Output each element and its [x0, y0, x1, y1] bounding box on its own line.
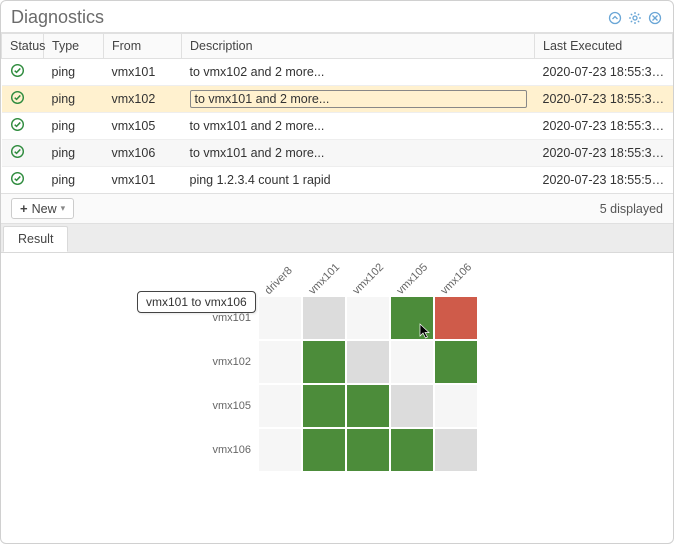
cell-description: to vmx102 and 2 more...: [190, 65, 325, 79]
matrix-cell[interactable]: [435, 385, 477, 427]
cell-description-td: to vmx101 and 2 more...: [182, 140, 535, 167]
cell-last: 2020-07-23 18:55:36 ...: [535, 113, 673, 140]
panel-title: Diagnostics: [11, 7, 104, 28]
cell-status: [2, 113, 44, 140]
collapse-icon[interactable]: [607, 10, 623, 26]
matrix-col-labels: driver8 vmx101vmx102vmx105vmx106: [257, 263, 475, 297]
cell-status: [2, 167, 44, 194]
cell-description: ping 1.2.3.4 count 1 rapid: [190, 173, 331, 187]
matrix-cell[interactable]: [347, 429, 389, 471]
cell-last: 2020-07-23 18:55:54 ...: [535, 167, 673, 194]
cell-type: ping: [44, 167, 104, 194]
cell-last: 2020-07-23 18:55:36 ...: [535, 140, 673, 167]
cell-description-td: to vmx101 and 2 more...: [182, 113, 535, 140]
cell-description: to vmx101 and 2 more...: [190, 90, 527, 108]
tab-bar: Result: [1, 224, 673, 253]
matrix-cell[interactable]: [303, 341, 345, 383]
tab-result[interactable]: Result: [3, 226, 68, 252]
table-row[interactable]: pingvmx102 to vmx101 and 2 more... 2020-07…: [2, 86, 673, 113]
status-ok-icon: [10, 171, 25, 186]
matrix-row-label: vmx106: [197, 429, 257, 471]
matrix-cell[interactable]: [259, 341, 301, 383]
matrix-row-label: vmx102: [197, 341, 257, 383]
chevron-down-icon: ▾: [61, 203, 66, 214]
matrix-cell[interactable]: [391, 429, 433, 471]
matrix-col-label: vmx101: [307, 261, 343, 297]
plus-icon: +: [20, 201, 28, 216]
matrix-cell[interactable]: [347, 385, 389, 427]
cell-type: ping: [44, 59, 104, 86]
close-icon[interactable]: [647, 10, 663, 26]
displayed-count: 5 displayed: [600, 202, 663, 216]
cell-status: [2, 140, 44, 167]
table-row[interactable]: pingvmx106 to vmx101 and 2 more... 2020-07…: [2, 140, 673, 167]
status-ok-icon: [10, 90, 25, 105]
new-button-label: New: [32, 202, 57, 216]
table-row[interactable]: pingvmx101 ping 1.2.3.4 count 1 rapid 2020…: [2, 167, 673, 194]
table-row[interactable]: pingvmx105 to vmx101 and 2 more... 2020-07…: [2, 113, 673, 140]
matrix-cell[interactable]: [259, 297, 301, 339]
cell-type: ping: [44, 140, 104, 167]
matrix-cell[interactable]: [435, 341, 477, 383]
matrix-cell[interactable]: [435, 429, 477, 471]
col-header-last[interactable]: Last Executed: [535, 34, 673, 59]
matrix-col-label: vmx106: [439, 261, 475, 297]
col-header-from[interactable]: From: [104, 34, 182, 59]
status-ok-icon: [10, 144, 25, 159]
col-header-description[interactable]: Description: [182, 34, 535, 59]
cell-type: ping: [44, 86, 104, 113]
matrix-cell[interactable]: [303, 297, 345, 339]
table-toolbar: + New ▾ 5 displayed: [1, 193, 673, 224]
panel-header: Diagnostics: [1, 1, 673, 33]
result-area: driver8vmx101vmx102vmx105vmx106 vmx101vm…: [1, 253, 673, 471]
cell-description-td: to vmx102 and 2 more...: [182, 59, 535, 86]
col-header-type[interactable]: Type: [44, 34, 104, 59]
cell-type: ping: [44, 113, 104, 140]
matrix-cell[interactable]: [391, 297, 433, 339]
cell-from: vmx102: [104, 86, 182, 113]
diagnostics-panel: Diagnostics Status Type From Description…: [0, 0, 674, 544]
new-button[interactable]: + New ▾: [11, 198, 74, 219]
matrix-cell[interactable]: [391, 341, 433, 383]
status-ok-icon: [10, 117, 25, 132]
cell-description-td: ping 1.2.3.4 count 1 rapid: [182, 167, 535, 194]
diagnostics-table: Status Type From Description Last Execut…: [1, 33, 673, 193]
matrix-row-label: vmx105: [197, 385, 257, 427]
matrix-cell[interactable]: [347, 297, 389, 339]
matrix-col-label: vmx102: [351, 261, 387, 297]
status-ok-icon: [10, 63, 25, 78]
cell-from: vmx101: [104, 59, 182, 86]
matrix-cell[interactable]: [435, 297, 477, 339]
cell-from: vmx106: [104, 140, 182, 167]
panel-actions: [607, 10, 663, 26]
matrix-cell[interactable]: [259, 385, 301, 427]
cell-last: 2020-07-23 18:55:36 ...: [535, 59, 673, 86]
cell-status: [2, 59, 44, 86]
cell-description: to vmx101 and 2 more...: [190, 146, 325, 160]
table-row[interactable]: pingvmx101 to vmx102 and 2 more... 2020-07…: [2, 59, 673, 86]
matrix-col-label: driver8: [263, 265, 295, 297]
cell-description-td: to vmx101 and 2 more...: [182, 86, 535, 113]
cell-status: [2, 86, 44, 113]
cell-description: to vmx101 and 2 more...: [190, 119, 325, 133]
gear-icon[interactable]: [627, 10, 643, 26]
matrix-cell[interactable]: [391, 385, 433, 427]
ping-matrix: driver8vmx101vmx102vmx105vmx106 vmx101vm…: [197, 263, 477, 471]
col-header-status[interactable]: Status: [2, 34, 44, 59]
matrix-cell[interactable]: [347, 341, 389, 383]
cell-from: vmx101: [104, 167, 182, 194]
matrix-col-label: vmx105: [395, 261, 431, 297]
matrix-cell[interactable]: [303, 385, 345, 427]
matrix-cell[interactable]: [303, 429, 345, 471]
table-header-row: Status Type From Description Last Execut…: [2, 34, 673, 59]
matrix-tooltip: vmx101 to vmx106: [137, 291, 256, 313]
cell-last: 2020-07-23 18:55:36 ...: [535, 86, 673, 113]
cell-from: vmx105: [104, 113, 182, 140]
matrix-cell[interactable]: [259, 429, 301, 471]
